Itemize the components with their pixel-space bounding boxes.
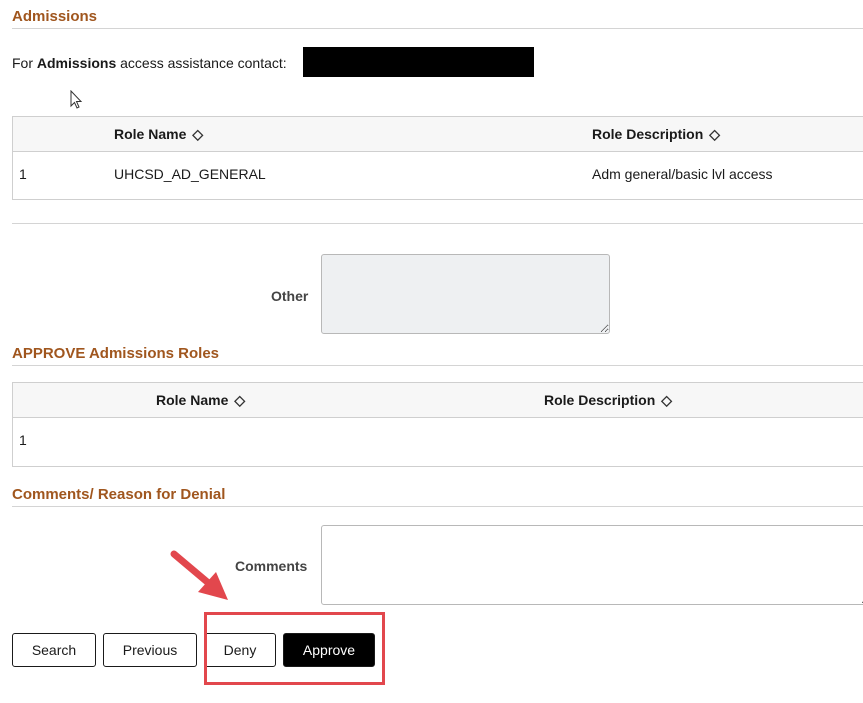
previous-button[interactable]: Previous [103,633,197,667]
search-button[interactable]: Search [12,633,96,667]
annotation-arrow-icon [170,550,228,600]
admissions-section-title: Admissions [12,8,98,25]
comments-section-title: Comments/ Reason for Denial [12,486,226,503]
roles-grid: Role Name ◇ Role Description ◇ 1 UHCSD_AD_… [12,116,863,200]
role-description-column-header[interactable]: Role Description ◇ [592,126,720,143]
approve-roles-grid: Role Name ◇ Role Description ◇ 1 [12,382,863,467]
sort-icon[interactable]: ◇ [661,392,672,408]
role-description-cell: Adm general/basic lvl access [592,166,773,182]
row-number: 1 [19,166,27,182]
comments-label: Comments [235,558,308,574]
role-name-column-header[interactable]: Role Name ◇ [156,392,245,409]
other-label: Other [271,288,309,304]
sort-icon[interactable]: ◇ [192,126,203,142]
role-name-cell: UHCSD_AD_GENERAL [114,166,266,182]
section-divider [12,223,863,224]
section-divider [12,365,863,366]
sort-icon[interactable]: ◇ [234,392,245,408]
contact-bold: Admissions [36,55,117,71]
contact-line: For Admissions access assistance contact… [12,55,287,71]
approve-grid-header: Role Name ◇ Role Description ◇ [13,383,863,418]
approve-section-title: APPROVE Admissions Roles [12,345,219,362]
contact-suffix: access assistance contact: [120,55,287,71]
roles-grid-header: Role Name ◇ Role Description ◇ [13,117,863,152]
other-textarea[interactable] [321,254,610,334]
section-divider [12,28,863,29]
contact-prefix: For [12,55,33,71]
section-divider [12,506,863,507]
role-description-column-header[interactable]: Role Description ◇ [544,392,672,409]
comments-textarea[interactable] [321,525,863,605]
cursor-icon [70,90,83,109]
role-name-column-header[interactable]: Role Name ◇ [114,126,203,143]
annotation-highlight-box [204,612,385,685]
table-row: 1 UHCSD_AD_GENERAL Adm general/basic lvl… [13,152,863,198]
table-row: 1 [13,418,863,464]
redacted-contact [303,47,534,77]
row-number: 1 [19,432,27,448]
sort-icon[interactable]: ◇ [709,126,720,142]
